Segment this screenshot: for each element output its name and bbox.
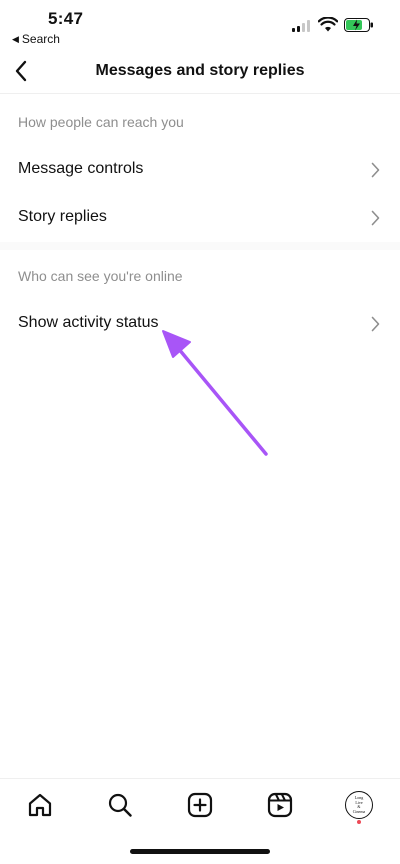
create-icon	[187, 792, 213, 818]
tab-search[interactable]	[106, 791, 134, 819]
row-message-controls[interactable]: Message controls	[0, 146, 400, 194]
notification-dot	[357, 820, 361, 824]
status-bar: 5:47 ◀ Search	[0, 0, 400, 50]
back-to-app-link[interactable]: ◀ Search	[12, 32, 60, 46]
home-icon	[28, 793, 52, 817]
page-title: Messages and story replies	[95, 62, 305, 79]
row-story-replies[interactable]: Story replies	[0, 194, 400, 242]
tab-profile-avatar[interactable]: Long Live & Cinema	[345, 791, 373, 819]
reels-icon	[267, 792, 293, 818]
row-label: Message controls	[18, 160, 144, 177]
section-divider	[0, 242, 400, 250]
tab-create[interactable]	[186, 791, 214, 819]
back-to-app-label: Search	[21, 32, 60, 46]
tab-home[interactable]	[26, 791, 54, 819]
back-triangle-icon: ◀	[12, 33, 19, 44]
chevron-right-icon	[371, 162, 380, 178]
page-header: Messages and story replies	[0, 52, 400, 94]
search-icon	[108, 793, 132, 817]
home-indicator[interactable]	[130, 849, 270, 854]
status-time: 5:47	[48, 9, 84, 28]
cellular-signal-icon	[292, 20, 310, 32]
battery-charging-icon	[344, 18, 373, 32]
bottom-tab-bar: Long Live & Cinema	[0, 778, 400, 830]
avatar-logo-text: Long Live & Cinema	[352, 795, 366, 814]
tab-reels[interactable]	[266, 791, 294, 819]
section-title-reach: How people can reach you	[18, 114, 184, 130]
chevron-right-icon	[371, 316, 380, 332]
arrow-annotation	[162, 330, 268, 456]
wifi-icon	[318, 17, 338, 32]
chevron-right-icon	[371, 210, 380, 226]
section-title-online: Who can see you're online	[18, 268, 183, 284]
row-label: Show activity status	[18, 314, 159, 331]
row-label: Story replies	[18, 208, 107, 225]
